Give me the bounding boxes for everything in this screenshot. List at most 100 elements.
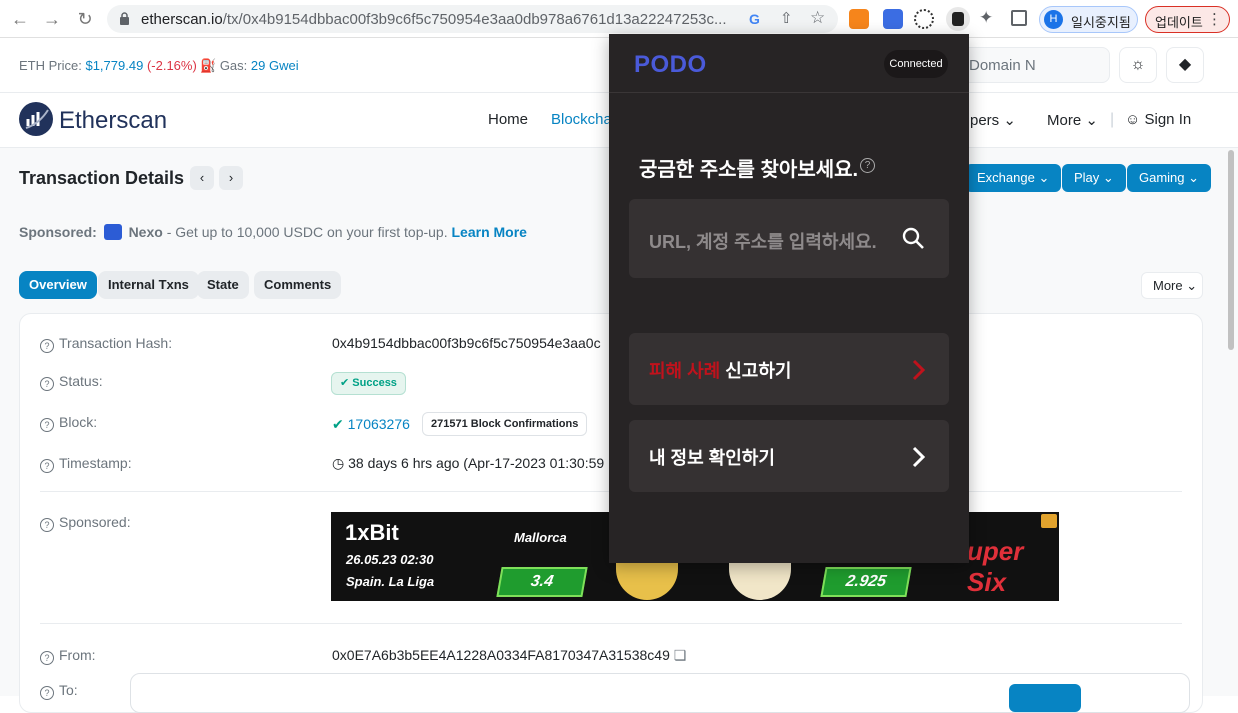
popup-search-placeholder: URL, 계정 주소를 입력하세요.	[649, 232, 877, 252]
url-text: etherscan.io/tx/0x4b9154dbbac00f3b9c6f5c…	[141, 11, 727, 28]
nav-home[interactable]: Home	[488, 111, 528, 128]
gaming-button[interactable]: Gaming ⌄	[1127, 164, 1212, 192]
report-scam-label: 피해 사례 신고하기	[649, 361, 792, 381]
extension-loader-icon[interactable]	[914, 9, 934, 29]
gas-pump-icon: ⛽	[200, 58, 217, 73]
profile-button[interactable]: H 일시중지됨	[1039, 6, 1138, 33]
my-info-button[interactable]: 내 정보 확인하기	[629, 420, 949, 492]
block-value[interactable]: ✔ 17063276	[332, 416, 410, 433]
tab-internal-txns[interactable]: Internal Txns	[98, 271, 199, 299]
play-button[interactable]: Play ⌄	[1062, 164, 1126, 192]
metamask-icon[interactable]	[849, 9, 869, 29]
google-icon[interactable]: G	[749, 11, 760, 27]
user-circle-icon: ☺	[1125, 111, 1141, 128]
address-bar[interactable]: etherscan.io/tx/0x4b9154dbbac00f3b9c6f5c…	[107, 5, 838, 33]
page-title: Transaction Details	[19, 168, 185, 188]
gas-value[interactable]: 29 Gwei	[251, 58, 299, 73]
from-label: ? From:	[40, 647, 96, 665]
help-icon[interactable]: ?	[40, 339, 54, 353]
search-input[interactable]: Domain N	[960, 47, 1110, 83]
podo-extension-popup: PODO Connected 궁금한 주소를 찾아보세요. ? URL, 계정 …	[609, 34, 969, 563]
tab-overview[interactable]: Overview	[19, 271, 97, 299]
etherscan-logo-icon[interactable]	[19, 102, 53, 136]
help-icon[interactable]: ?	[40, 377, 54, 391]
kebab-menu-icon[interactable]: ⋮	[1207, 10, 1222, 28]
tab-state[interactable]: State	[197, 271, 249, 299]
extension-blue-icon[interactable]	[883, 9, 903, 29]
share-icon[interactable]: ⇧	[780, 9, 793, 27]
update-button[interactable]: 업데이트 ⋮	[1145, 6, 1230, 33]
popup-heading: 궁금한 주소를 찾아보세요.	[639, 159, 859, 181]
sponsored-ad: Sponsored: Nexo - Get up to 10,000 USDC …	[19, 224, 527, 240]
tx-hash-value[interactable]: 0x4b9154dbbac00f3b9c6f5c750954e3aa0c	[332, 335, 601, 351]
cookie-notice	[130, 673, 1190, 713]
bookmark-star-icon[interactable]: ☆	[810, 8, 825, 28]
browser-toolbar: ← → ↻ etherscan.io/tx/0x4b9154dbbac00f3b…	[0, 0, 1238, 38]
profile-label: 일시중지됨	[1071, 15, 1131, 30]
clock-icon: ◷	[332, 455, 345, 471]
chevron-down-icon: ⌄	[1085, 112, 1098, 129]
copy-icon[interactable]: ❏	[674, 647, 687, 663]
search-icon[interactable]	[901, 226, 925, 255]
help-icon[interactable]: ?	[860, 158, 875, 173]
nav-divider: |	[1110, 111, 1115, 128]
connected-badge: Connected	[884, 50, 948, 78]
timestamp-value: ◷ 38 days 6 hrs ago (Apr-17-2023 01:30:5…	[332, 455, 605, 471]
nav-blockchain[interactable]: Blockcha	[551, 111, 612, 128]
back-icon[interactable]: ←	[10, 9, 30, 29]
report-scam-button[interactable]: 피해 사례 신고하기	[629, 333, 949, 405]
logo-text[interactable]: Etherscan	[59, 107, 167, 135]
tab-comments[interactable]: Comments	[254, 271, 342, 299]
side-panel-icon[interactable]	[1011, 10, 1027, 26]
search-placeholder: Domain N	[969, 57, 1036, 74]
help-icon[interactable]: ?	[40, 459, 54, 473]
block-confirmations-badge: 271571 Block Confirmations	[422, 412, 588, 436]
nav-more[interactable]: More ⌄	[1047, 111, 1098, 129]
exchange-button[interactable]: Exchange ⌄	[965, 164, 1062, 192]
banner-league: Spain. La Liga	[346, 574, 435, 589]
profile-avatar: H	[1044, 10, 1063, 29]
theme-toggle-sun-icon[interactable]: ☼	[1119, 47, 1157, 83]
reload-icon[interactable]: ↻	[75, 9, 95, 29]
sponsor-text: - Get up to 10,000 USDC on your first to…	[166, 224, 448, 240]
popup-search-input[interactable]: URL, 계정 주소를 입력하세요.	[629, 199, 949, 278]
sign-in-link[interactable]: ☺ Sign In	[1125, 111, 1191, 128]
popup-header: PODO Connected	[609, 34, 969, 93]
ethereum-network-icon[interactable]: ◆	[1166, 47, 1204, 83]
learn-more-link[interactable]: Learn More	[452, 224, 527, 240]
cookie-accept-button[interactable]	[1009, 684, 1081, 712]
forward-icon[interactable]: →	[42, 9, 62, 29]
help-icon[interactable]: ?	[40, 518, 54, 532]
gas-price: ⛽ Gas: 29 Gwei	[200, 58, 299, 73]
podo-extension-icon[interactable]	[946, 7, 970, 31]
divider	[40, 623, 1182, 624]
nav-developers[interactable]: pers ⌄	[970, 111, 1016, 129]
extensions-puzzle-icon[interactable]: ✦	[979, 8, 993, 28]
tx-hash-label: ? Transaction Hash:	[40, 335, 172, 353]
chevron-right-icon	[909, 358, 929, 382]
banner-brand: 1xBit	[345, 520, 399, 545]
nexo-logo-icon	[103, 224, 122, 240]
prev-tx-button[interactable]: ‹	[190, 166, 214, 190]
podo-logo: PODO	[634, 51, 707, 78]
timestamp-label: ? Timestamp:	[40, 455, 132, 473]
check-circle-icon: ✔	[332, 416, 344, 432]
help-icon[interactable]: ?	[40, 651, 54, 665]
odds-button-1[interactable]: 3.4	[496, 567, 588, 597]
lock-icon	[119, 12, 130, 25]
banner-team: Mallorca	[514, 530, 567, 545]
update-label: 업데이트	[1155, 15, 1203, 30]
next-tx-button[interactable]: ›	[219, 166, 243, 190]
odds-button-2[interactable]: 2.925	[820, 567, 912, 597]
to-label: ? To:	[40, 682, 78, 700]
my-info-label: 내 정보 확인하기	[649, 448, 775, 468]
eth-price-value[interactable]: $1,779.49	[85, 58, 143, 73]
page-scrollbar[interactable]	[1228, 150, 1234, 350]
help-icon[interactable]: ?	[40, 418, 54, 432]
from-address[interactable]: 0x0E7A6b3b5EE4A1228A0334FA8170347A31538c…	[332, 647, 686, 664]
more-dropdown[interactable]: More ⌄	[1141, 272, 1203, 299]
help-icon[interactable]: ?	[40, 686, 54, 700]
eth-price-change: (-2.16%)	[146, 58, 197, 73]
ad-choices-icon[interactable]	[1041, 514, 1057, 528]
block-label: ? Block:	[40, 414, 97, 432]
